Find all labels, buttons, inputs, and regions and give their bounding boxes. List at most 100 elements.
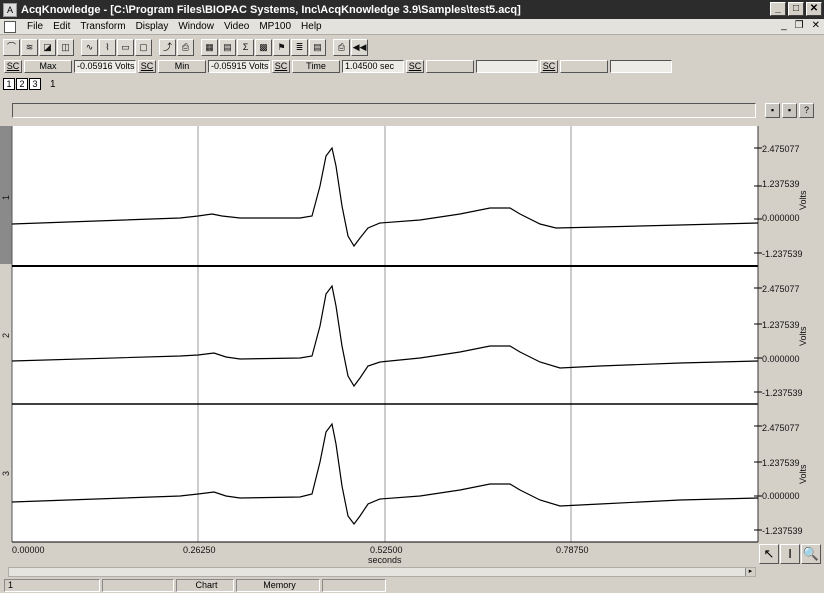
menu-mp100[interactable]: MP100 (254, 21, 296, 32)
cursor-tools: ↖ I 🔍 (759, 544, 821, 564)
channel-label-2: 2 (1, 333, 11, 338)
rewind-icon[interactable]: ◀◀ (351, 38, 368, 56)
measure-value-min: -0.05915 Volts (208, 59, 270, 73)
chart-icon[interactable]: ∿ (81, 38, 98, 56)
horizontal-scrollbar[interactable]: ▸ (8, 567, 756, 577)
overlap-icon[interactable]: ◫ (57, 38, 74, 56)
menu-file[interactable]: File (22, 21, 48, 32)
y-tick-label: -1.237539 (762, 388, 803, 398)
calc-icon[interactable]: ⤴ (159, 38, 176, 56)
menu-help[interactable]: Help (296, 21, 327, 32)
journal-buttons: ▪ ▪ ? (765, 103, 814, 118)
grid-icon[interactable]: ▦ (201, 38, 218, 56)
y-tick-label: 1.237539 (762, 179, 800, 189)
journal-button-1[interactable]: ▪ (765, 103, 780, 118)
toolbar: ⌒ ≋ ◪ ◫ ∿ ⌇ ▭ ▢ ⤴ ⎙ ▦ ▤ Σ ▩ ⚑ ≣ ▤ ⎙ ◀◀ (0, 36, 824, 58)
sc-button-5[interactable]: SC (540, 59, 558, 73)
graph-area[interactable]: 2.475077 1.237539 0.000000 -1.237539 Vol… (0, 126, 824, 567)
x-tick-label: 0.00000 (12, 545, 45, 555)
trend-icon[interactable]: ⌇ (99, 38, 116, 56)
channel-button-1[interactable]: 1 (3, 78, 15, 90)
menu-bar: File Edit Transform Display Window Video… (0, 19, 824, 35)
scope-icon[interactable]: ▭ (117, 38, 134, 56)
document-window-controls: _ ❐ ✕ (781, 20, 820, 31)
measurement-bar: SC Max -0.05916 Volts SC Min -0.05915 Vo… (0, 58, 824, 74)
table-icon[interactable]: ▩ (255, 38, 272, 56)
menu-video[interactable]: Video (219, 21, 254, 32)
doc-close-button[interactable]: ✕ (812, 20, 820, 31)
fft-icon[interactable]: ◪ (39, 38, 56, 56)
list-icon[interactable]: ≣ (291, 38, 308, 56)
sc-button-2[interactable]: SC (138, 59, 156, 73)
title-bar: A AcqKnowledge - [C:\Program Files\BIOPA… (0, 0, 824, 19)
app-icon[interactable]: A (3, 2, 17, 17)
measure-label-5[interactable] (560, 59, 608, 73)
y-tick-label: 0.000000 (762, 354, 800, 364)
sc-button-1[interactable]: SC (4, 59, 22, 73)
window-controls: _ □ ✕ (770, 2, 822, 16)
y-tick-label: 2.475077 (762, 284, 800, 294)
flag-icon[interactable]: ⚑ (273, 38, 290, 56)
y-tick-label: 2.475077 (762, 144, 800, 154)
y-axis-label: Volts (798, 326, 808, 346)
active-channel: 1 (50, 78, 56, 90)
x-axis-label: seconds (368, 555, 402, 565)
channel-label-1: 1 (1, 195, 11, 200)
measure-label-max[interactable]: Max (24, 59, 72, 73)
arrow-cursor-icon[interactable]: ↖ (759, 544, 779, 564)
filter-icon[interactable]: ≋ (21, 38, 38, 56)
close-button[interactable]: ✕ (806, 2, 822, 16)
disk-icon[interactable]: ⎙ (177, 38, 194, 56)
menu-edit[interactable]: Edit (48, 21, 75, 32)
channel-button-2[interactable]: 2 (16, 78, 28, 90)
status-field-2 (102, 579, 174, 592)
window-icon[interactable]: ▤ (219, 38, 236, 56)
channel-label-3: 3 (1, 471, 11, 476)
doc-minimize-button[interactable]: _ (781, 20, 787, 31)
zoom-icon[interactable]: 🔍 (801, 544, 821, 564)
menu-display[interactable]: Display (131, 21, 174, 32)
sigma-icon[interactable]: Σ (237, 38, 254, 56)
channel-bar: 1 2 3 1 (0, 76, 824, 92)
notes-icon[interactable]: ▤ (309, 38, 326, 56)
wave-tool-icon[interactable]: ⌒ (3, 38, 20, 56)
window-title: AcqKnowledge - [C:\Program Files\BIOPAC … (21, 3, 521, 16)
doc-restore-button[interactable]: ❐ (795, 20, 804, 31)
journal-button-2[interactable]: ▪ (782, 103, 797, 118)
y-tick-label: -1.237539 (762, 249, 803, 259)
y-tick-label: -1.237539 (762, 526, 803, 536)
menu-transform[interactable]: Transform (75, 21, 130, 32)
journal-field[interactable] (12, 103, 756, 118)
graph-svg: 2.475077 1.237539 0.000000 -1.237539 Vol… (0, 126, 824, 567)
measure-value-max: -0.05916 Volts (74, 59, 136, 73)
help-button[interactable]: ? (799, 103, 814, 118)
status-bar: 1 Chart Memory (0, 578, 824, 593)
minimize-button[interactable]: _ (770, 2, 786, 16)
status-field-5 (322, 579, 386, 592)
ibeam-cursor-icon[interactable]: I (780, 544, 800, 564)
sc-button-3[interactable]: SC (272, 59, 290, 73)
channel-button-3[interactable]: 3 (29, 78, 41, 90)
measure-value-time: 1.04500 sec (342, 59, 404, 73)
y-tick-label: 1.237539 (762, 458, 800, 468)
print-icon[interactable]: ⎙ (333, 38, 350, 56)
y-tick-label: 0.000000 (762, 213, 800, 223)
menu-window[interactable]: Window (173, 21, 219, 32)
y-axis-label: Volts (798, 190, 808, 210)
y-tick-label: 0.000000 (762, 491, 800, 501)
scroll-right-arrow-icon[interactable]: ▸ (745, 568, 755, 576)
measure-label-4[interactable] (426, 59, 474, 73)
measure-value-5 (610, 59, 672, 73)
y-tick-label: 2.475077 (762, 423, 800, 433)
graph-icon[interactable]: ▢ (135, 38, 152, 56)
y-tick-label: 1.237539 (762, 320, 800, 330)
maximize-button[interactable]: □ (788, 2, 804, 16)
status-field-1: 1 (4, 579, 100, 592)
x-tick-label: 0.26250 (183, 545, 216, 555)
measure-value-4 (476, 59, 538, 73)
sc-button-4[interactable]: SC (406, 59, 424, 73)
x-tick-label: 0.78750 (556, 545, 589, 555)
measure-label-time[interactable]: Time (292, 59, 340, 73)
measure-label-min[interactable]: Min (158, 59, 206, 73)
document-icon[interactable] (4, 20, 16, 33)
